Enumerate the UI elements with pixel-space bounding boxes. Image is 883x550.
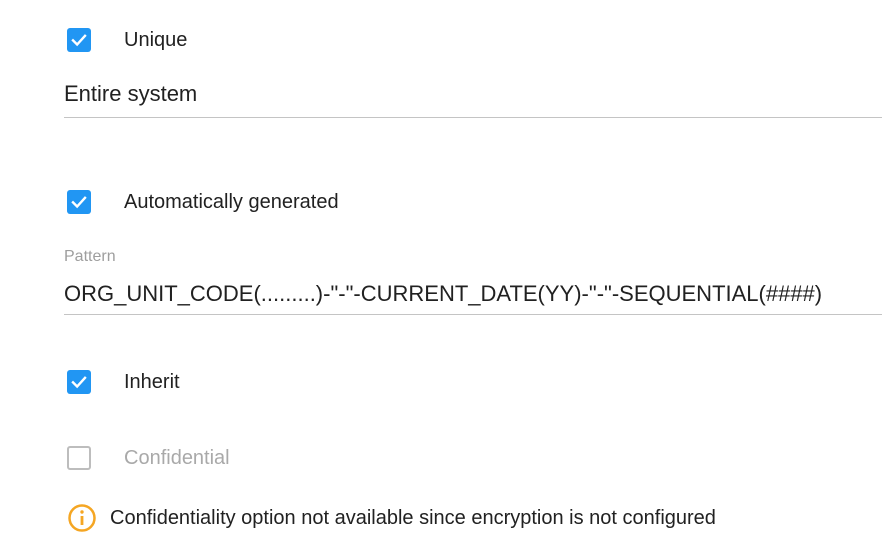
inherit-label: Inherit (124, 370, 180, 393)
pattern-underline (64, 314, 882, 315)
auto-generated-checkbox-row[interactable]: Automatically generated (67, 190, 339, 214)
encryption-notice-text: Confidentiality option not available sin… (110, 506, 716, 529)
check-icon (71, 196, 87, 209)
scope-underline (64, 117, 882, 118)
unique-checkbox[interactable] (67, 28, 91, 52)
scope-value: Entire system (64, 81, 198, 106)
auto-generated-label: Automatically generated (124, 190, 339, 213)
unique-checkbox-row[interactable]: Unique (67, 28, 187, 52)
check-icon (71, 34, 87, 47)
inherit-checkbox-row[interactable]: Inherit (67, 370, 180, 394)
pattern-field[interactable]: ORG_UNIT_CODE(.........)-"-"-CURRENT_DAT… (64, 281, 882, 315)
info-icon (68, 504, 96, 532)
confidential-checkbox (67, 446, 91, 470)
confidential-checkbox-row: Confidential (67, 446, 230, 470)
pattern-value: ORG_UNIT_CODE(.........)-"-"-CURRENT_DAT… (64, 281, 823, 306)
encryption-notice: Confidentiality option not available sin… (67, 503, 716, 533)
check-icon (71, 376, 87, 389)
unique-label: Unique (124, 28, 188, 51)
pattern-label: Pattern (64, 248, 116, 265)
auto-generated-checkbox[interactable] (67, 190, 91, 214)
confidential-label: Confidential (124, 446, 230, 469)
scope-field[interactable]: Entire system (64, 81, 882, 118)
inherit-checkbox[interactable] (67, 370, 91, 394)
